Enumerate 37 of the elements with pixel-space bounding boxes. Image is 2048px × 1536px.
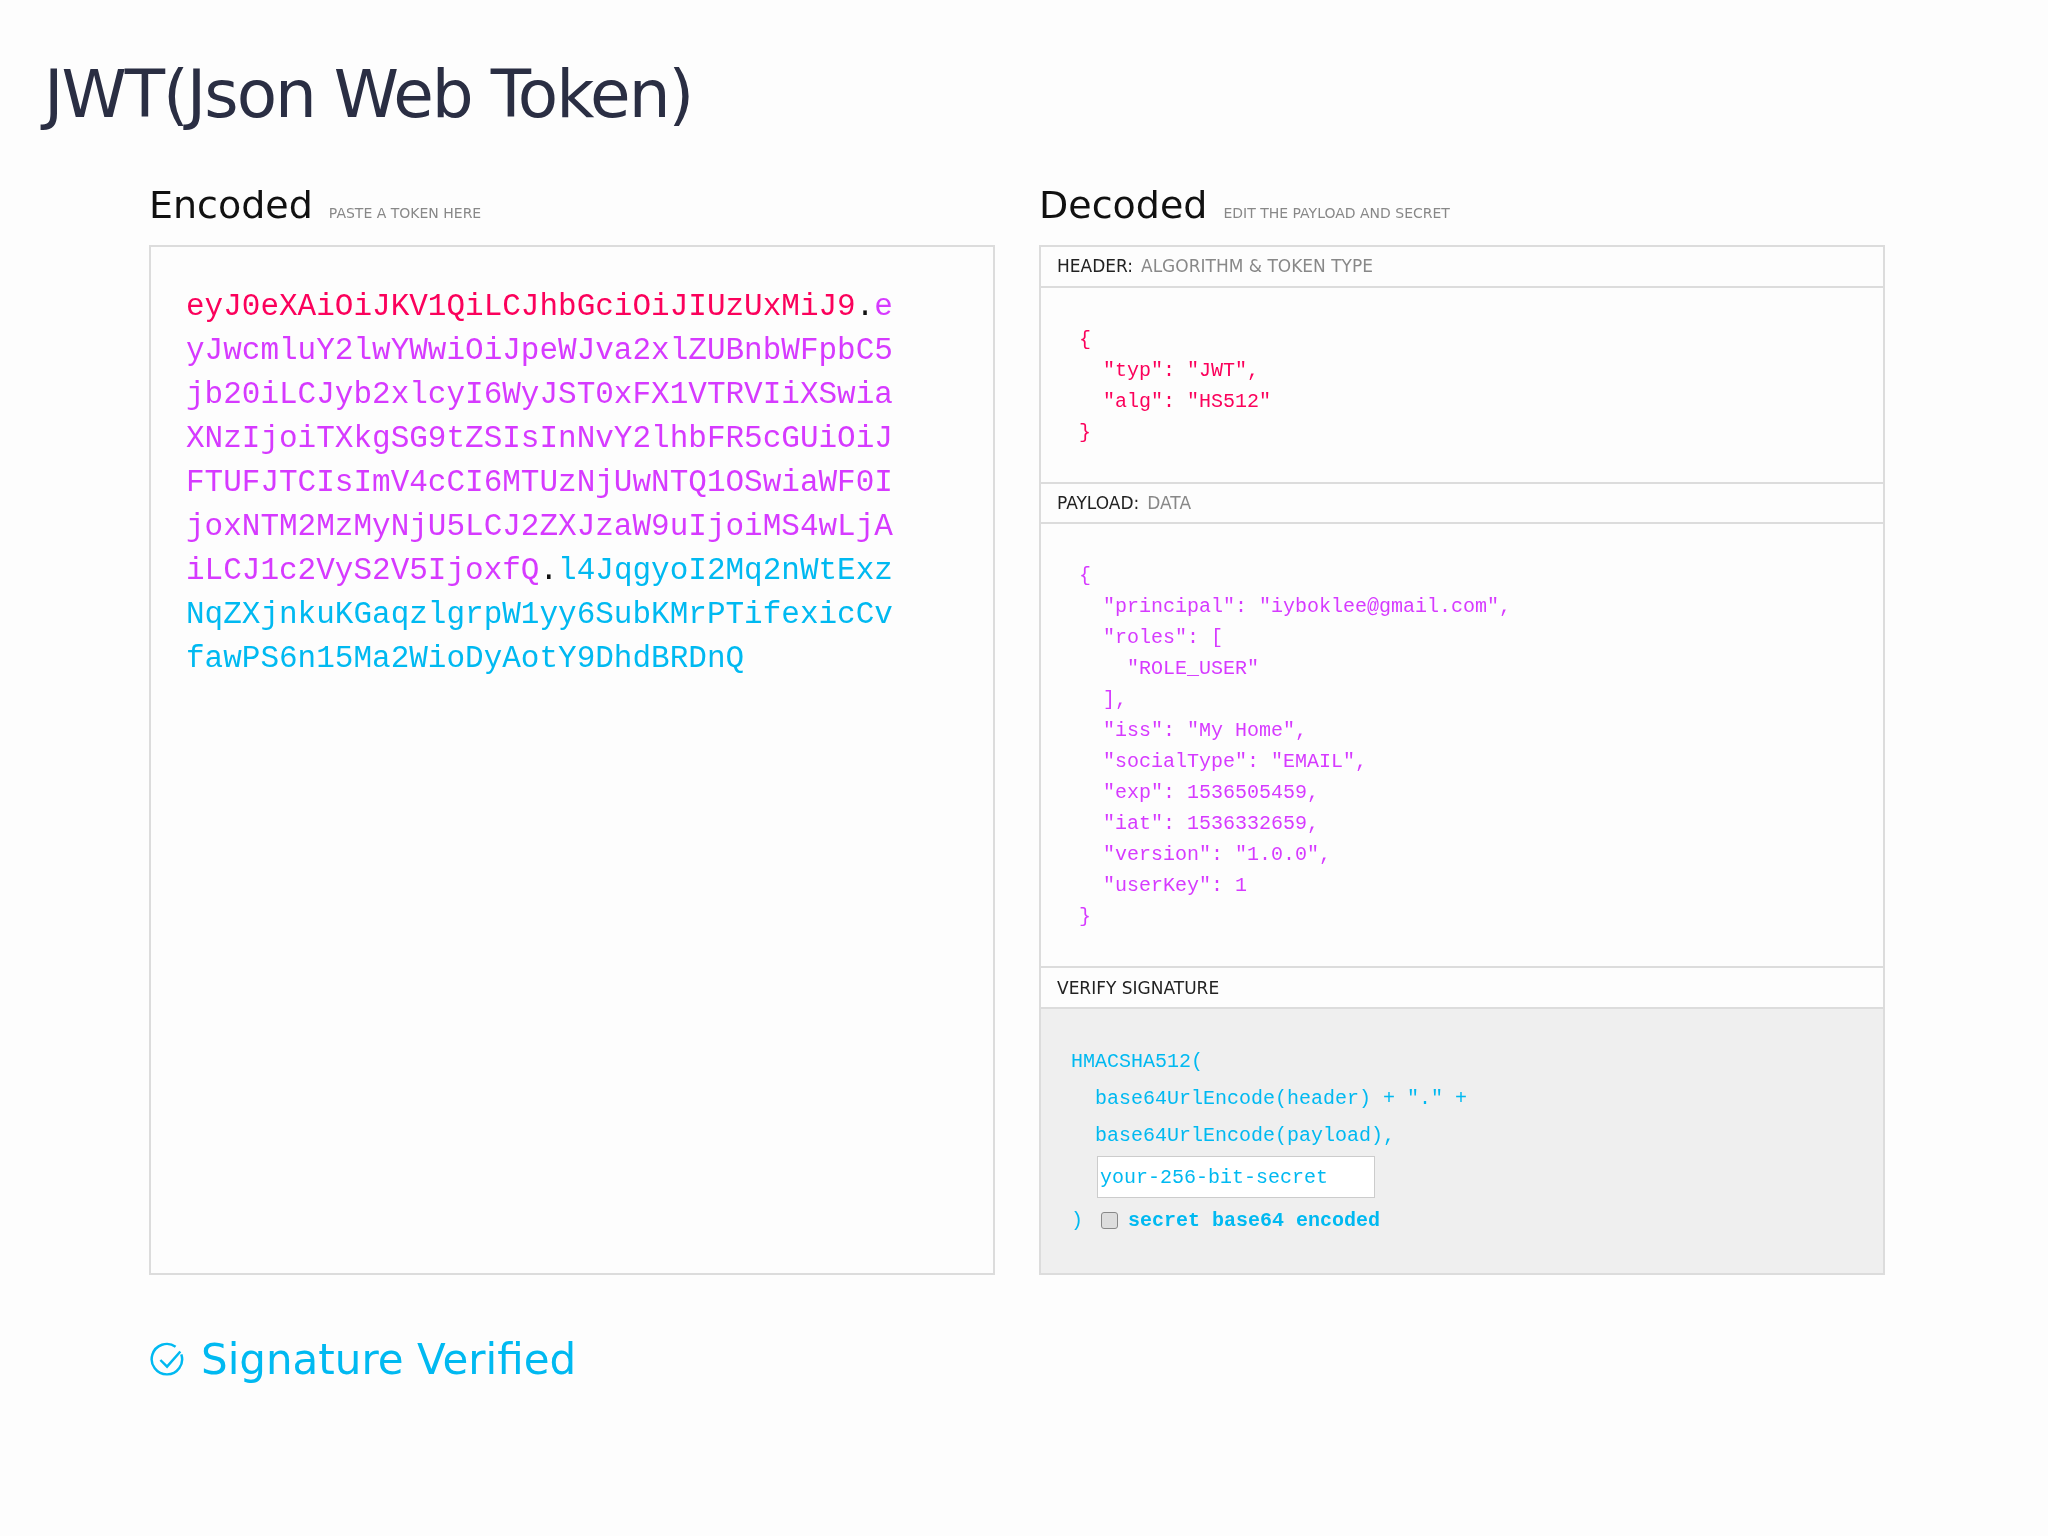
section-label: HEADER: xyxy=(1057,256,1133,277)
code-line: "alg": "HS512" xyxy=(1102,388,1273,415)
code-line: "iat": 1536332659, xyxy=(1102,811,1321,838)
section-hint: EDIT THE PAYLOAD AND SECRET xyxy=(1223,205,1450,221)
section-heading: Decoded xyxy=(1039,183,1208,227)
code-line: "exp": 1536505459, xyxy=(1102,780,1321,807)
code-line: ) xyxy=(1071,1208,1083,1234)
code-line: "iss": "My Home", xyxy=(1102,718,1309,745)
code-line: base64UrlEncode(header) + "." + xyxy=(1094,1086,1469,1112)
code-line: HMACSHA512( xyxy=(1071,1049,1205,1075)
checkbox-label[interactable]: secret base64 encoded xyxy=(1128,1209,1381,1232)
code-editor[interactable]: { "principal": "iyboklee@gmail.com", "roles": [ "ROLE_USER" ], "iss": "My Home", "socialType": "EMAIL", "exp": 1536505459, "iat": 1536332659, "version": "1.0.0", "userKey": 1 } xyxy=(1041,524,1883,967)
code-line: } xyxy=(1079,904,1092,931)
encoded-token: eyJ0eXAiOiJKV1QiLCJhbGciOiJIUzUxMiJ9.eyJwcmluY2lwYWwiOiJpeWJva2xlZUBnbWFpbC5jb20iLCJyb2xlcyI6WyJST0xFX1VTRVIiXSwiaXNzIjoiTXkgSG9tZSIsInNvY2lhbFR5cGUiOiJFTUFJTCIsImV4cCI6MTUzNjUwNTQ1OSwiaWF0IjoxNTM2MzMyNjU5LCJ2ZXJzaW9uIjoiMS4wLjAiLCJ1c2VyS2V5IjoxfQ.l4JqgyoI2Mq2nWtExzNqZXjnkuKGaqzlgrpW1yy6SubKMrPTifexicCvfawPS6n15Ma2WioDyAotY9DhdBRDnQ xyxy=(186,288,894,678)
code-line: ], xyxy=(1102,687,1128,714)
code-line: } xyxy=(1079,419,1092,446)
code-line: { xyxy=(1079,326,1092,353)
checkbox[interactable] xyxy=(1101,1212,1118,1229)
code-line: "principal": "iyboklee@gmail.com", xyxy=(1102,594,1513,621)
token-panel[interactable] xyxy=(149,245,995,1275)
code-line: "socialType": "EMAIL", xyxy=(1102,749,1369,776)
code-line: "roles": [ xyxy=(1102,625,1225,652)
code-line: base64UrlEncode(payload), xyxy=(1094,1123,1397,1149)
section-sublabel: DATA xyxy=(1147,493,1192,513)
secret-field[interactable]: your-256-bit-secret xyxy=(1097,1156,1375,1198)
section-sublabel: ALGORITHM & TOKEN TYPE xyxy=(1141,256,1373,277)
section-heading: Encoded xyxy=(149,183,313,227)
code-line: "ROLE_USER" xyxy=(1126,656,1261,683)
code-line: { xyxy=(1079,563,1092,590)
code-line: "userKey": 1 xyxy=(1102,873,1249,900)
section-label: PAYLOAD: xyxy=(1057,493,1140,513)
code-editor[interactable]: { "typ": "JWT", "alg": "HS512" } xyxy=(1041,287,1883,482)
section-hint: PASTE A TOKEN HERE xyxy=(328,205,482,221)
status-text: Signature Verified xyxy=(201,1335,577,1384)
code-line: "version": "1.0.0", xyxy=(1102,842,1333,869)
code-line: "typ": "JWT", xyxy=(1102,357,1261,384)
section-label: VERIFY SIGNATURE xyxy=(1057,977,1220,998)
